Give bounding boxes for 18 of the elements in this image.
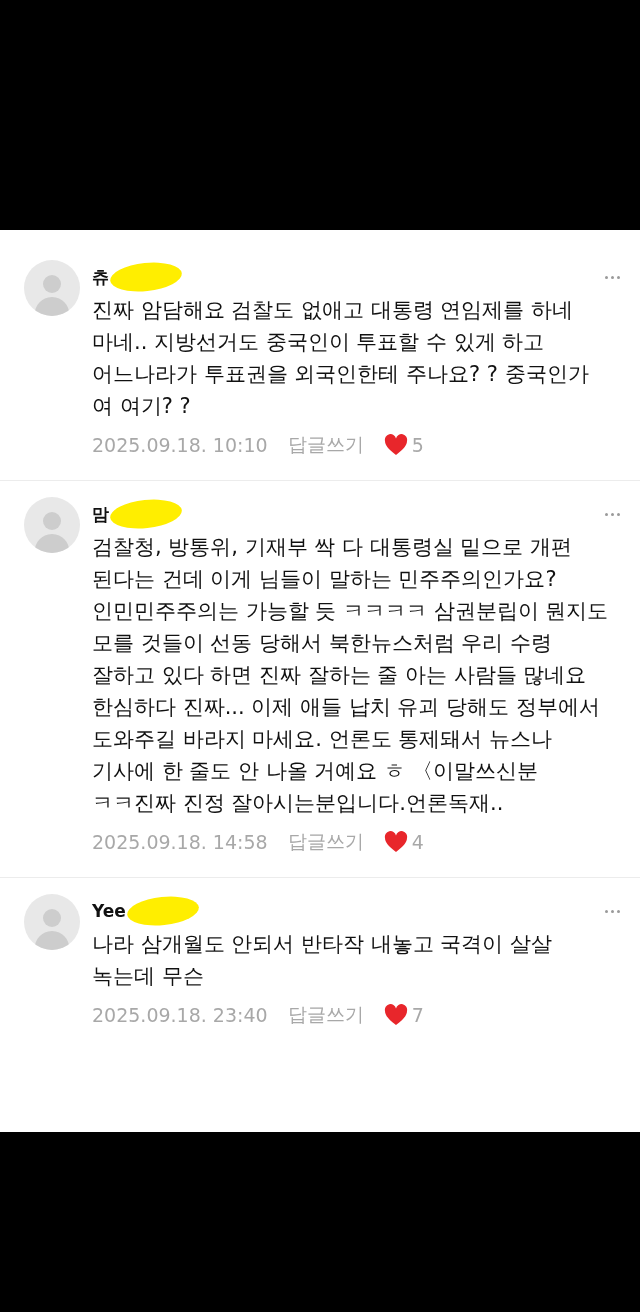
- comment-date: 2025.09.18. 10:10: [92, 434, 268, 456]
- comment-text: 진짜 암담해요 검찰도 없애고 대통령 연임제를 하네 마네.. 지방선거도 중국인이 투표할 수 있게 하고 어느나라가 투표권을 외국인한테 주나요? ? 중국인가 여 여기? ?: [92, 297, 590, 420]
- comment-text: 나라 삼개월도 안되서 반타작 내놓고 국격이 살살 녹는데 무슨: [92, 931, 554, 990]
- comment-date: 2025.09.18. 23:40: [92, 1004, 268, 1026]
- comment-date: 2025.09.18. 14:58: [92, 831, 268, 853]
- like-count: 7: [411, 1004, 424, 1026]
- reply-link[interactable]: 답글쓰기: [287, 829, 364, 855]
- reply-link[interactable]: 답글쓰기: [287, 1002, 364, 1028]
- user-name: 맘: [92, 502, 109, 526]
- like-count: 4: [411, 831, 424, 853]
- heart-icon[interactable]: [383, 1004, 408, 1026]
- user-name: 츄: [92, 265, 109, 289]
- heart-icon[interactable]: [383, 434, 408, 456]
- user-name: Yee: [92, 901, 126, 921]
- comment-text: 검찰청, 방통위, 기재부 싹 다 대통령실 밑으로 개편 된다는 건데 이게 님들이 말하는 민주주의인가요? 인민민주주의는 가능할 듯 ㅋㅋㅋㅋ 삼권분립이 뭔지도 모를 것들이 선동 당해서 북한뉴스처럼 우리 수령 잘하고 있다 하면 진짜 잘하는 줄 아는 사람들 많네요 한심하다 진짜... 이제 애들 납치 유괴 당해도 정부에서 도와주길 바라지 마세요. 언론도 통제돼서 뉴스나 기사에 한 줄도 안 나올 거예요 ㅎ 〈이말쓰신분 ㅋㅋ진짜 진정 잘아시는분입니다.언론독재..: [92, 534, 610, 817]
- like-count: 5: [411, 434, 424, 456]
- heart-icon[interactable]: [383, 831, 408, 853]
- reply-link[interactable]: 답글쓰기: [287, 432, 364, 458]
